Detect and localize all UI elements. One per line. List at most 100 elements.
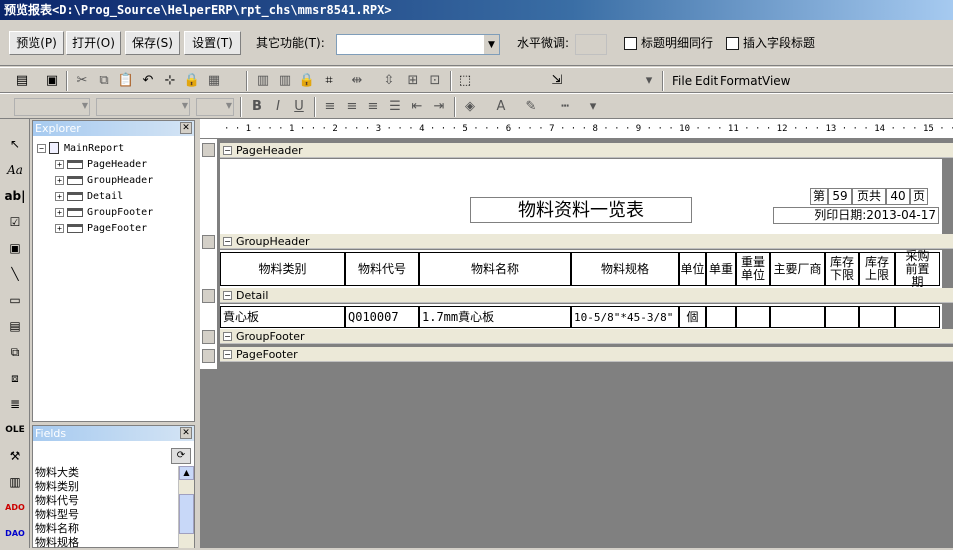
column-header[interactable]: 主要厂商 [770,252,825,286]
column-header[interactable]: 库存上限 [859,252,895,286]
line-tool-icon[interactable]: ╲ [4,263,26,285]
scroll-thumb[interactable] [179,494,194,534]
preview-button[interactable]: 预览(P) [9,31,64,55]
menu-edit[interactable]: Edit [695,73,718,89]
refresh-fields-icon[interactable]: ⟳ [171,448,191,464]
page-suffix[interactable]: 页 [910,188,928,205]
detail-cell[interactable]: 10-5/8"*45-3/8" [571,306,679,328]
fields-scrollbar[interactable]: ▲ [178,466,194,548]
grid-icon[interactable]: ⌗ [320,72,338,90]
report-title[interactable]: 物料资料一览表 [470,197,692,223]
detail-cell[interactable] [895,306,940,328]
detail-cell[interactable]: 1.7mm賁心板 [419,306,571,328]
bold-icon[interactable]: B [248,98,266,116]
band-detail[interactable]: − Detail [220,288,953,303]
lock-controls-icon[interactable]: 🔒 [298,72,316,90]
field-item[interactable]: 物料型号 [35,508,79,522]
same-width-icon[interactable]: ⇹ [348,72,366,90]
align-text-center-icon[interactable]: ≡ [343,98,361,116]
font-size-select[interactable]: ▼ [196,98,234,116]
textbox-tool-icon[interactable]: ab| [4,185,26,207]
collapse-icon[interactable]: − [223,291,232,300]
column-header[interactable]: 单重 [706,252,736,286]
indent-icon[interactable]: ⇥ [430,98,448,116]
other-functions-select[interactable]: ▼ [336,34,500,55]
bring-front-icon[interactable]: ▦ [205,72,223,90]
chevron-down-icon[interactable]: ▼ [483,35,499,54]
undo-icon[interactable]: ↶ [139,72,157,90]
chevron-down-icon[interactable]: ▾ [584,98,602,116]
picture-tool-icon[interactable]: ▣ [4,237,26,259]
select-box-icon[interactable]: ⬚ [456,72,474,90]
expand-icon[interactable]: + [55,159,64,169]
dao-tool-icon[interactable]: DAO [4,523,26,545]
collapse-icon[interactable]: − [37,143,46,153]
column-header[interactable]: 物料规格 [571,252,679,286]
detail-cell[interactable] [825,306,859,328]
band-handle[interactable] [202,349,215,363]
expand-icon[interactable]: + [55,207,64,217]
page-number[interactable]: 59 [828,188,852,205]
paste-icon[interactable]: 📋 [117,72,135,90]
close-icon[interactable]: ✕ [180,427,192,439]
menu-file[interactable]: File [672,73,692,89]
tree-item[interactable]: + GroupFooter [55,205,153,221]
italic-icon[interactable]: I [269,98,287,116]
underline-icon[interactable]: U [290,98,308,116]
same-height-icon[interactable]: ⇳ [380,72,398,90]
spacing-icon[interactable]: ⊞ [404,72,422,90]
copy-icon[interactable]: ⧉ [95,72,113,90]
checkbox-tool-icon[interactable]: ☑ [4,211,26,233]
align-text-right-icon[interactable]: ≡ [364,98,382,116]
pointer-icon[interactable]: ↖ [4,133,26,155]
expand-icon[interactable]: + [55,175,64,185]
band-handle[interactable] [202,143,215,157]
band-groupheader[interactable]: − GroupHeader [220,234,953,249]
pagebreak-tool-icon[interactable]: ⧈ [4,367,26,389]
save-button[interactable]: 保存(S) [125,31,180,55]
open-button[interactable]: 打开(O) [66,31,121,55]
expand-icon[interactable]: + [55,191,64,201]
outdent-icon[interactable]: ⇤ [408,98,426,116]
fill-color-icon[interactable]: ◈ [461,98,479,116]
column-header[interactable]: 采购前置期 [895,249,940,288]
barcode-tool-icon[interactable]: ≣ [4,393,26,415]
ado-tool-icon[interactable]: ADO [4,497,26,519]
tree-item[interactable]: + Detail [55,189,123,205]
detail-cell[interactable] [736,306,770,328]
align-left-icon[interactable]: ▥ [254,72,272,90]
expand-icon[interactable]: + [55,223,64,233]
subreport-tool-icon[interactable]: ⧉ [4,341,26,363]
scroll-up-icon[interactable]: ▲ [179,466,194,480]
field-item[interactable]: 物料类别 [35,480,79,494]
insert-title-checkbox[interactable] [726,37,739,50]
ole-tool-icon[interactable]: OLE [4,419,26,441]
center-icon[interactable]: ⊡ [426,72,444,90]
detail-cell[interactable] [706,306,736,328]
tree-root[interactable]: − MainReport [37,141,124,157]
cut-icon[interactable]: ✂ [73,72,91,90]
band-handle[interactable] [202,235,215,249]
hadjust-input[interactable] [575,34,607,55]
snap-grid-icon[interactable]: ⊹ [161,72,179,90]
collapse-icon[interactable]: − [223,350,232,359]
bullets-icon[interactable]: ☰ [386,98,404,116]
column-header[interactable]: 库存下限 [825,252,859,286]
column-header[interactable]: 重量单位 [736,252,770,286]
font-color-icon[interactable]: A [492,98,510,116]
band-groupfooter[interactable]: − GroupFooter [220,329,953,344]
column-header[interactable]: 物料类别 [220,252,345,286]
align-right-icon[interactable]: ▥ [276,72,294,90]
band-handle[interactable] [202,289,215,303]
collapse-icon[interactable]: − [223,146,232,155]
column-header[interactable]: 物料名称 [419,252,571,286]
line-color-icon[interactable]: ✎ [522,98,540,116]
same-row-checkbox[interactable] [624,37,637,50]
tree-item[interactable]: + PageHeader [55,157,147,173]
settings-button[interactable]: 设置(T) [184,31,241,55]
collapse-icon[interactable]: − [223,332,232,341]
collapse-icon[interactable]: − [223,237,232,246]
band-pageheader[interactable]: − PageHeader [220,143,953,158]
column-header[interactable]: 单位 [679,252,706,286]
print-date[interactable]: 列印日期:2013-04-17 [773,207,939,224]
